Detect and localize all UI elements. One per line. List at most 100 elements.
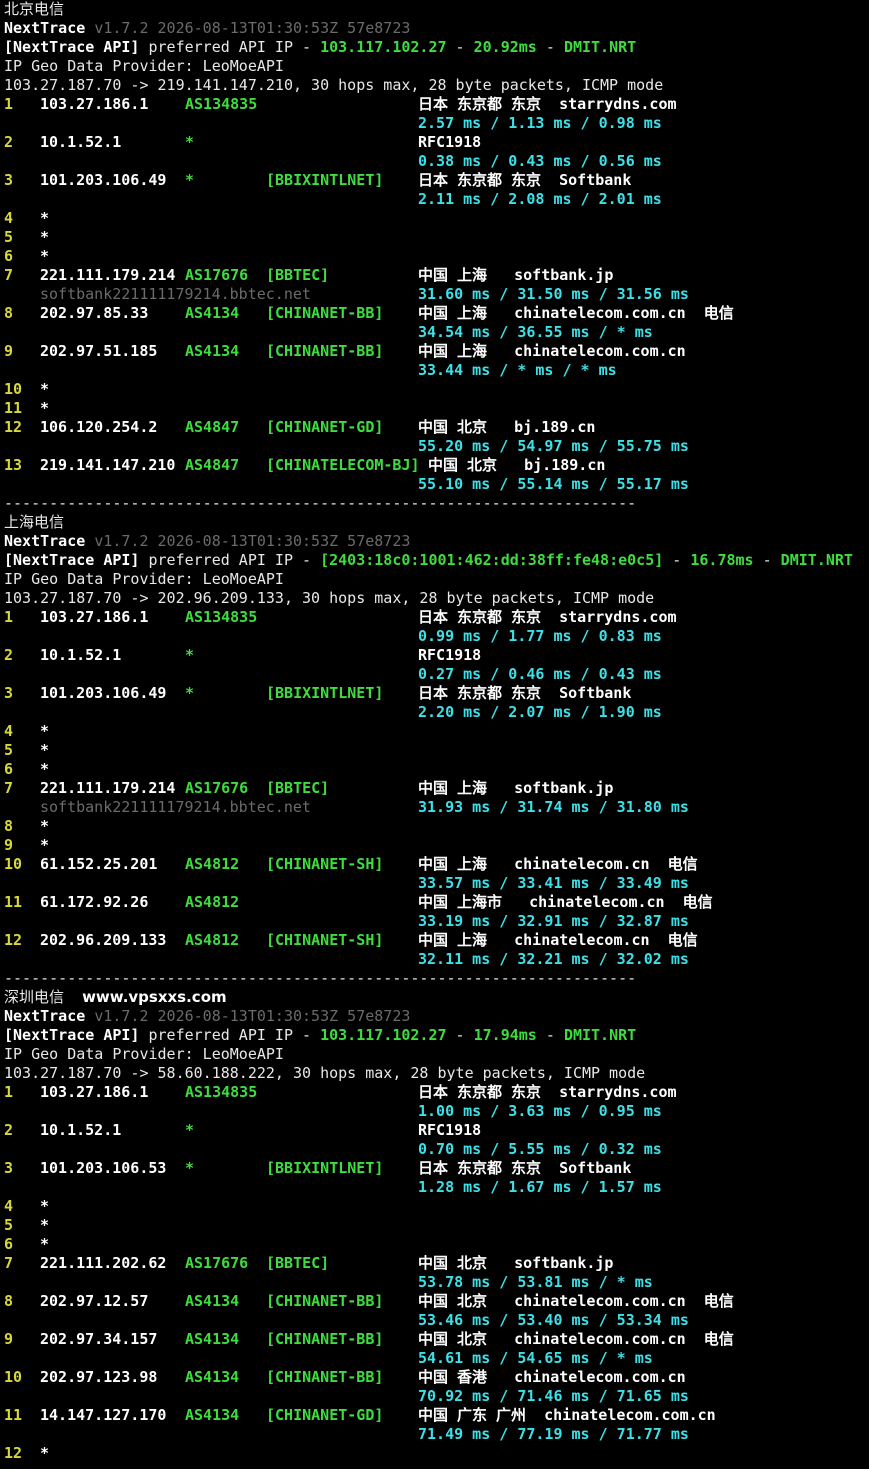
hop-ip: 202.96.209.133 [40,931,167,949]
hop-asn: * [185,684,195,702]
hop-number: 4 [4,209,14,227]
hop-tag: [BBTEC] [266,779,330,797]
hop-tag: [CHINANET-SH] [266,931,384,949]
hop-asn: AS4134 [185,1292,240,1310]
section-title-text: 北京电信 [4,0,65,18]
hop-geo: 中国 上海 chinatelecom.com.cn 电信 [418,304,734,322]
hop-geo: 中国 上海 softbank.jp [418,266,614,284]
hop-number: 10 [4,855,23,873]
hop-row: 3 101.203.106.53 * [BBIXINTLNET] 日本 东京都 东京 S… [0,1159,869,1178]
hop-ip: 221.111.179.214 [40,779,176,797]
hop-number: 12 [4,931,23,949]
api-prefix: [NextTrace API] [4,38,140,56]
hop-number: 12 [4,1444,23,1462]
section-separator: ----------------------------------------… [0,969,869,988]
nexttrace-name: NextTrace [4,19,86,37]
rtt-row: 53.46 ms / 53.40 ms / 53.34 ms [0,1311,869,1330]
hop-row: 5 * [0,1216,869,1235]
hop-number: 8 [4,1292,14,1310]
hop-number: 3 [4,1159,14,1177]
api-text: preferred API IP - [139,1026,321,1044]
hop-rtt: 33.44 ms / * ms / * ms [418,361,617,379]
hop-geo: 中国 上海 chinatelecom.cn 电信 [418,855,698,873]
rtt-row: 54.61 ms / 54.65 ms / * ms [0,1349,869,1368]
hop-asn: AS4134 [185,1368,240,1386]
hop-row: 2 10.1.52.1 * RFC1918 [0,133,869,152]
hop-ip: 14.147.127.170 [40,1406,167,1424]
hop-asn: AS17676 [185,779,249,797]
hop-rtt: 32.11 ms / 32.21 ms / 32.02 ms [418,950,689,968]
hop-number: 9 [4,1330,14,1348]
hop-geo: 日本 东京都 东京 starrydns.com [418,95,677,113]
hop-tag: [BBIXINTLNET] [266,684,384,702]
hop-number: 2 [4,133,14,151]
hop-ip: * [40,817,50,835]
hop-rtt: 2.11 ms / 2.08 ms / 2.01 ms [418,190,662,208]
section-separator: ----------------------------------------… [0,494,869,513]
hop-row: 3 101.203.106.49 * [BBIXINTLNET] 日本 东京都 东京 S… [0,684,869,703]
hop-geo: RFC1918 [418,133,482,151]
trace-header-text: 103.27.187.70 -> 219.141.147.210, 30 hop… [4,76,664,94]
hop-tag: [BBTEC] [266,1254,330,1272]
trace-header: 103.27.187.70 -> 219.141.147.210, 30 hop… [0,76,869,95]
hop-asn: AS4847 [185,456,240,474]
hop-number: 5 [4,1216,14,1234]
api-dash: - [536,1026,564,1044]
hop-number: 5 [4,228,14,246]
hop-ip: 221.111.179.214 [40,266,176,284]
hop-tag: [CHINANET-BB] [266,342,384,360]
nexttrace-name: NextTrace [4,532,86,550]
api-text: preferred API IP - [139,551,321,569]
hop-ip: 103.27.186.1 [40,1083,149,1101]
hop-tag: [CHINANET-GD] [266,418,384,436]
geo-provider: IP Geo Data Provider: LeoMoeAPI [0,1045,869,1064]
hop-rtt: 55.10 ms / 55.14 ms / 55.17 ms [418,475,689,493]
geo-provider: IP Geo Data Provider: LeoMoeAPI [0,57,869,76]
hop-row: 8 * [0,817,869,836]
section-title-text: 深圳电信 [4,988,65,1006]
hop-ip: 101.203.106.49 [40,684,167,702]
hop-tag: [BBTEC] [266,266,330,284]
api-text: preferred API IP - [139,38,321,56]
hop-tag: [CHINANET-GD] [266,1406,384,1424]
hop-geo: 日本 东京都 东京 Softbank [418,684,632,702]
geo-provider-text: IP Geo Data Provider: LeoMoeAPI [4,57,284,75]
hop-row: 2 10.1.52.1 * RFC1918 [0,1121,869,1140]
hop-ip: 103.27.186.1 [40,608,149,626]
hop-row: 7 221.111.202.62 AS17676 [BBTEC] 中国 北京 softb… [0,1254,869,1273]
hop-ip: 202.97.51.185 [40,342,158,360]
hop-ip: 106.120.254.2 [40,418,158,436]
hop-number: 10 [4,380,23,398]
hop-row: 10 202.97.123.98 AS4134 [CHINANET-BB] 中国 香港 … [0,1368,869,1387]
api-dash: - [663,551,691,569]
hop-geo: 中国 上海 chinatelecom.cn 电信 [418,931,698,949]
rtt-row: 55.10 ms / 55.14 ms / 55.17 ms [0,475,869,494]
hop-tag: [CHINANET-BB] [266,1292,384,1310]
hop-geo: 中国 北京 softbank.jp [418,1254,614,1272]
hop-hostname: softbank221111179214.bbtec.net [40,285,311,303]
hop-row: 9 * [0,836,869,855]
hop-rtt: 33.57 ms / 33.41 ms / 33.49 ms [418,874,689,892]
rtt-row: softbank221111179214.bbtec.net 31.60 ms /… [0,285,869,304]
hop-number: 11 [4,399,23,417]
api-node: DMIT.NRT [563,38,637,56]
section-title: 北京电信 [0,0,869,19]
hop-ip: 101.203.106.53 [40,1159,167,1177]
hop-ip: 202.97.34.157 [40,1330,158,1348]
rtt-row: 2.20 ms / 2.07 ms / 1.90 ms [0,703,869,722]
trace-header: 103.27.187.70 -> 58.60.188.222, 30 hops … [0,1064,869,1083]
hop-row: 1 103.27.186.1 AS134835 日本 东京都 东京 starrydns… [0,1083,869,1102]
hop-row: 13 219.141.147.210 AS4847 [CHINATELECOM-BJ]… [0,456,869,475]
hop-geo: 日本 东京都 东京 starrydns.com [418,608,677,626]
rtt-row: 1.00 ms / 3.63 ms / 0.95 ms [0,1102,869,1121]
hop-geo: 中国 香港 chinatelecom.com.cn [418,1368,686,1386]
hop-row: 4 * [0,1197,869,1216]
hop-number: 2 [4,1121,14,1139]
hop-geo: 中国 上海 softbank.jp [418,779,614,797]
hop-number: 2 [4,646,14,664]
hop-number: 7 [4,1254,14,1272]
rtt-row: 0.99 ms / 1.77 ms / 0.83 ms [0,627,869,646]
rtt-row: 0.70 ms / 5.55 ms / 0.32 ms [0,1140,869,1159]
hop-number: 3 [4,684,14,702]
hop-rtt: 0.99 ms / 1.77 ms / 0.83 ms [418,627,662,645]
